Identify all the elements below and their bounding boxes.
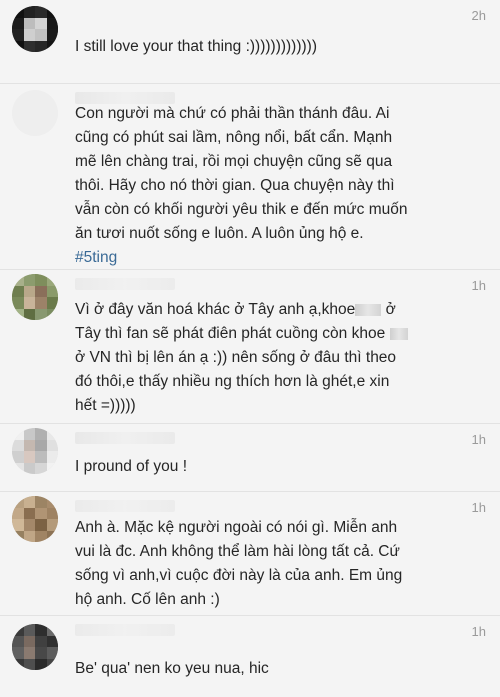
username-blurred (75, 500, 175, 512)
comment-text: Con người mà chứ có phải thần thánh đâu.… (75, 105, 408, 266)
censored-word (389, 327, 408, 340)
avatar[interactable] (12, 90, 58, 136)
comment-time: 1h (471, 432, 486, 447)
avatar[interactable] (12, 496, 58, 542)
censored-word (355, 303, 382, 316)
comment-3: 1h Vì ở đây văn hoá khác ở Tây anh ạ,kho… (0, 270, 500, 424)
avatar[interactable] (12, 428, 58, 474)
comment-text: I pround of you ! (75, 458, 188, 475)
comment-4: 1h I pround of you ! (0, 424, 500, 492)
comment-time: 1h (471, 624, 486, 639)
comment-5: 1h Anh à. Mặc kệ người ngoài có nói gì. … (0, 492, 500, 616)
avatar[interactable] (12, 274, 58, 320)
username-blurred (75, 624, 175, 636)
comment-text: I still love your that thing :))))))))))… (75, 38, 317, 55)
comment-2: Con người mà chứ có phải thần thánh đâu.… (0, 84, 500, 270)
hashtag-link[interactable]: #5ting (75, 249, 117, 266)
comment-time: 1h (471, 500, 486, 515)
avatar[interactable] (12, 6, 58, 52)
comment-time: 2h (471, 8, 486, 23)
avatar[interactable] (12, 624, 58, 670)
comment-text: Vì ở đây văn hoá khác ở Tây anh ạ,khoe ở… (75, 298, 468, 418)
username-blurred (75, 432, 175, 444)
comment-text: Anh à. Mặc kệ người ngoài có nói gì. Miễ… (75, 519, 403, 608)
comment-text: Be' qua' nen ko yeu nua, hic (75, 660, 269, 677)
comment-time: 1h (471, 278, 486, 293)
comment-feed: 2h I still love your that thing :)))))))… (0, 0, 500, 697)
comment-1: 2h I still love your that thing :)))))))… (0, 0, 500, 84)
username-blurred (75, 278, 175, 290)
comment-6: 1h Be' qua' nen ko yeu nua, hic (0, 616, 500, 697)
